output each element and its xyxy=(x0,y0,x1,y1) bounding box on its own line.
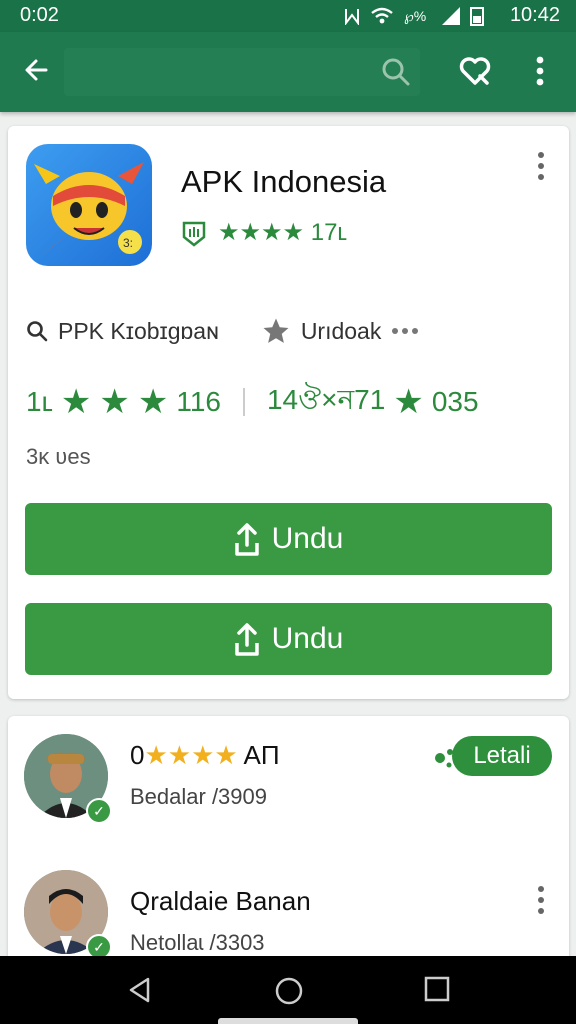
data-icon: ℘% xyxy=(404,8,426,25)
stat-right-count: 035 xyxy=(431,385,479,417)
stats-row: 1ʟ ★ ★ ★ 116 14ঔ×ন71 ★ 035 xyxy=(26,378,479,425)
svg-text:℘%: ℘% xyxy=(404,8,426,25)
gesture-pill xyxy=(218,1018,358,1024)
search-input[interactable] xyxy=(64,48,420,96)
review-overflow-icon[interactable] xyxy=(533,884,549,916)
download-button[interactable]: Undu xyxy=(25,503,552,575)
search-icon[interactable] xyxy=(380,56,412,88)
star-icon xyxy=(263,318,289,343)
download-count-label: Urıdoak xyxy=(300,317,382,344)
app-details-card: 3: APK Indonesia ★★★★ 17ʟ PPK Kɪobɪgɒaɴ … xyxy=(8,126,569,699)
app-title: APK Indonesia xyxy=(181,164,387,199)
reviews-card: ✓ 0★★★★ AП Bedalar /3909 Letali ✓ Qralda… xyxy=(8,716,569,976)
review-title: 0★★★★ AП xyxy=(130,740,280,771)
nav-home-icon[interactable] xyxy=(274,976,304,1006)
developer-name[interactable]: PPK Kɪobɪgɒaɴ xyxy=(58,318,219,345)
overflow-menu-icon[interactable] xyxy=(530,54,550,88)
app-rating-row: ★★★★ 17ʟ xyxy=(180,218,347,247)
download-button-secondary[interactable]: Undu xyxy=(25,603,552,675)
review-subtitle: Netollaɩ /3303 xyxy=(130,930,265,955)
app-toolbar xyxy=(0,32,576,112)
system-nav-bar xyxy=(0,956,576,1024)
reviewer-name: AП xyxy=(243,740,280,770)
app-meta: 3ᴋ ʋes xyxy=(26,444,91,469)
mascot-icon: 3: xyxy=(34,162,144,256)
download-button-label: Undu xyxy=(271,522,344,555)
review-subtitle: Bedalar /3909 xyxy=(130,784,267,809)
svg-text:3:: 3: xyxy=(123,236,133,250)
status-time-right: 10:42 xyxy=(509,4,560,26)
stat-left-count: 116 xyxy=(176,385,221,417)
star-icon: ★ xyxy=(137,382,169,421)
search-icon xyxy=(27,321,48,342)
back-arrow-icon[interactable] xyxy=(22,56,50,84)
stat-right-value: 14ঔ×ন71 xyxy=(266,384,386,415)
more-dots-icon[interactable] xyxy=(391,326,419,336)
wifi-icon xyxy=(371,7,393,24)
nav-recents-icon[interactable] xyxy=(424,976,450,1002)
verified-shield-icon xyxy=(182,221,206,247)
upload-icon xyxy=(234,623,259,656)
detail-button[interactable]: Letali xyxy=(452,736,552,776)
wishlist-icon[interactable] xyxy=(458,54,492,88)
battery-icon xyxy=(470,7,484,26)
upload-icon xyxy=(234,523,259,556)
star-icon: ★ xyxy=(99,382,130,421)
signal-icon xyxy=(442,7,460,25)
divider xyxy=(242,387,245,416)
nfc-icon xyxy=(345,9,359,25)
status-bar: 0:02 ℘% 10:42 xyxy=(0,0,576,32)
review-prefix: 0 xyxy=(130,740,145,770)
stat-left-value: 1ʟ xyxy=(26,385,53,417)
download-button-secondary-label: Undu xyxy=(271,622,344,655)
status-icons: ℘% xyxy=(344,6,484,26)
verified-badge-icon: ✓ xyxy=(86,798,112,824)
status-time-left: 0:02 xyxy=(20,4,59,26)
app-rating-text: ★★★★ 17ʟ xyxy=(218,219,348,246)
star-icon: ★ xyxy=(60,382,92,421)
developer-row: PPK Kɪobɪgɒaɴ Urıdoak xyxy=(26,316,546,346)
nav-back-icon[interactable] xyxy=(126,976,154,1004)
app-icon[interactable]: 3: xyxy=(26,144,152,266)
review-stars: ★★★★ xyxy=(144,740,238,770)
star-icon: ★ xyxy=(393,382,424,421)
card-overflow-icon[interactable] xyxy=(533,150,549,182)
reviewer-name: Qraldaie Banan xyxy=(130,886,311,916)
